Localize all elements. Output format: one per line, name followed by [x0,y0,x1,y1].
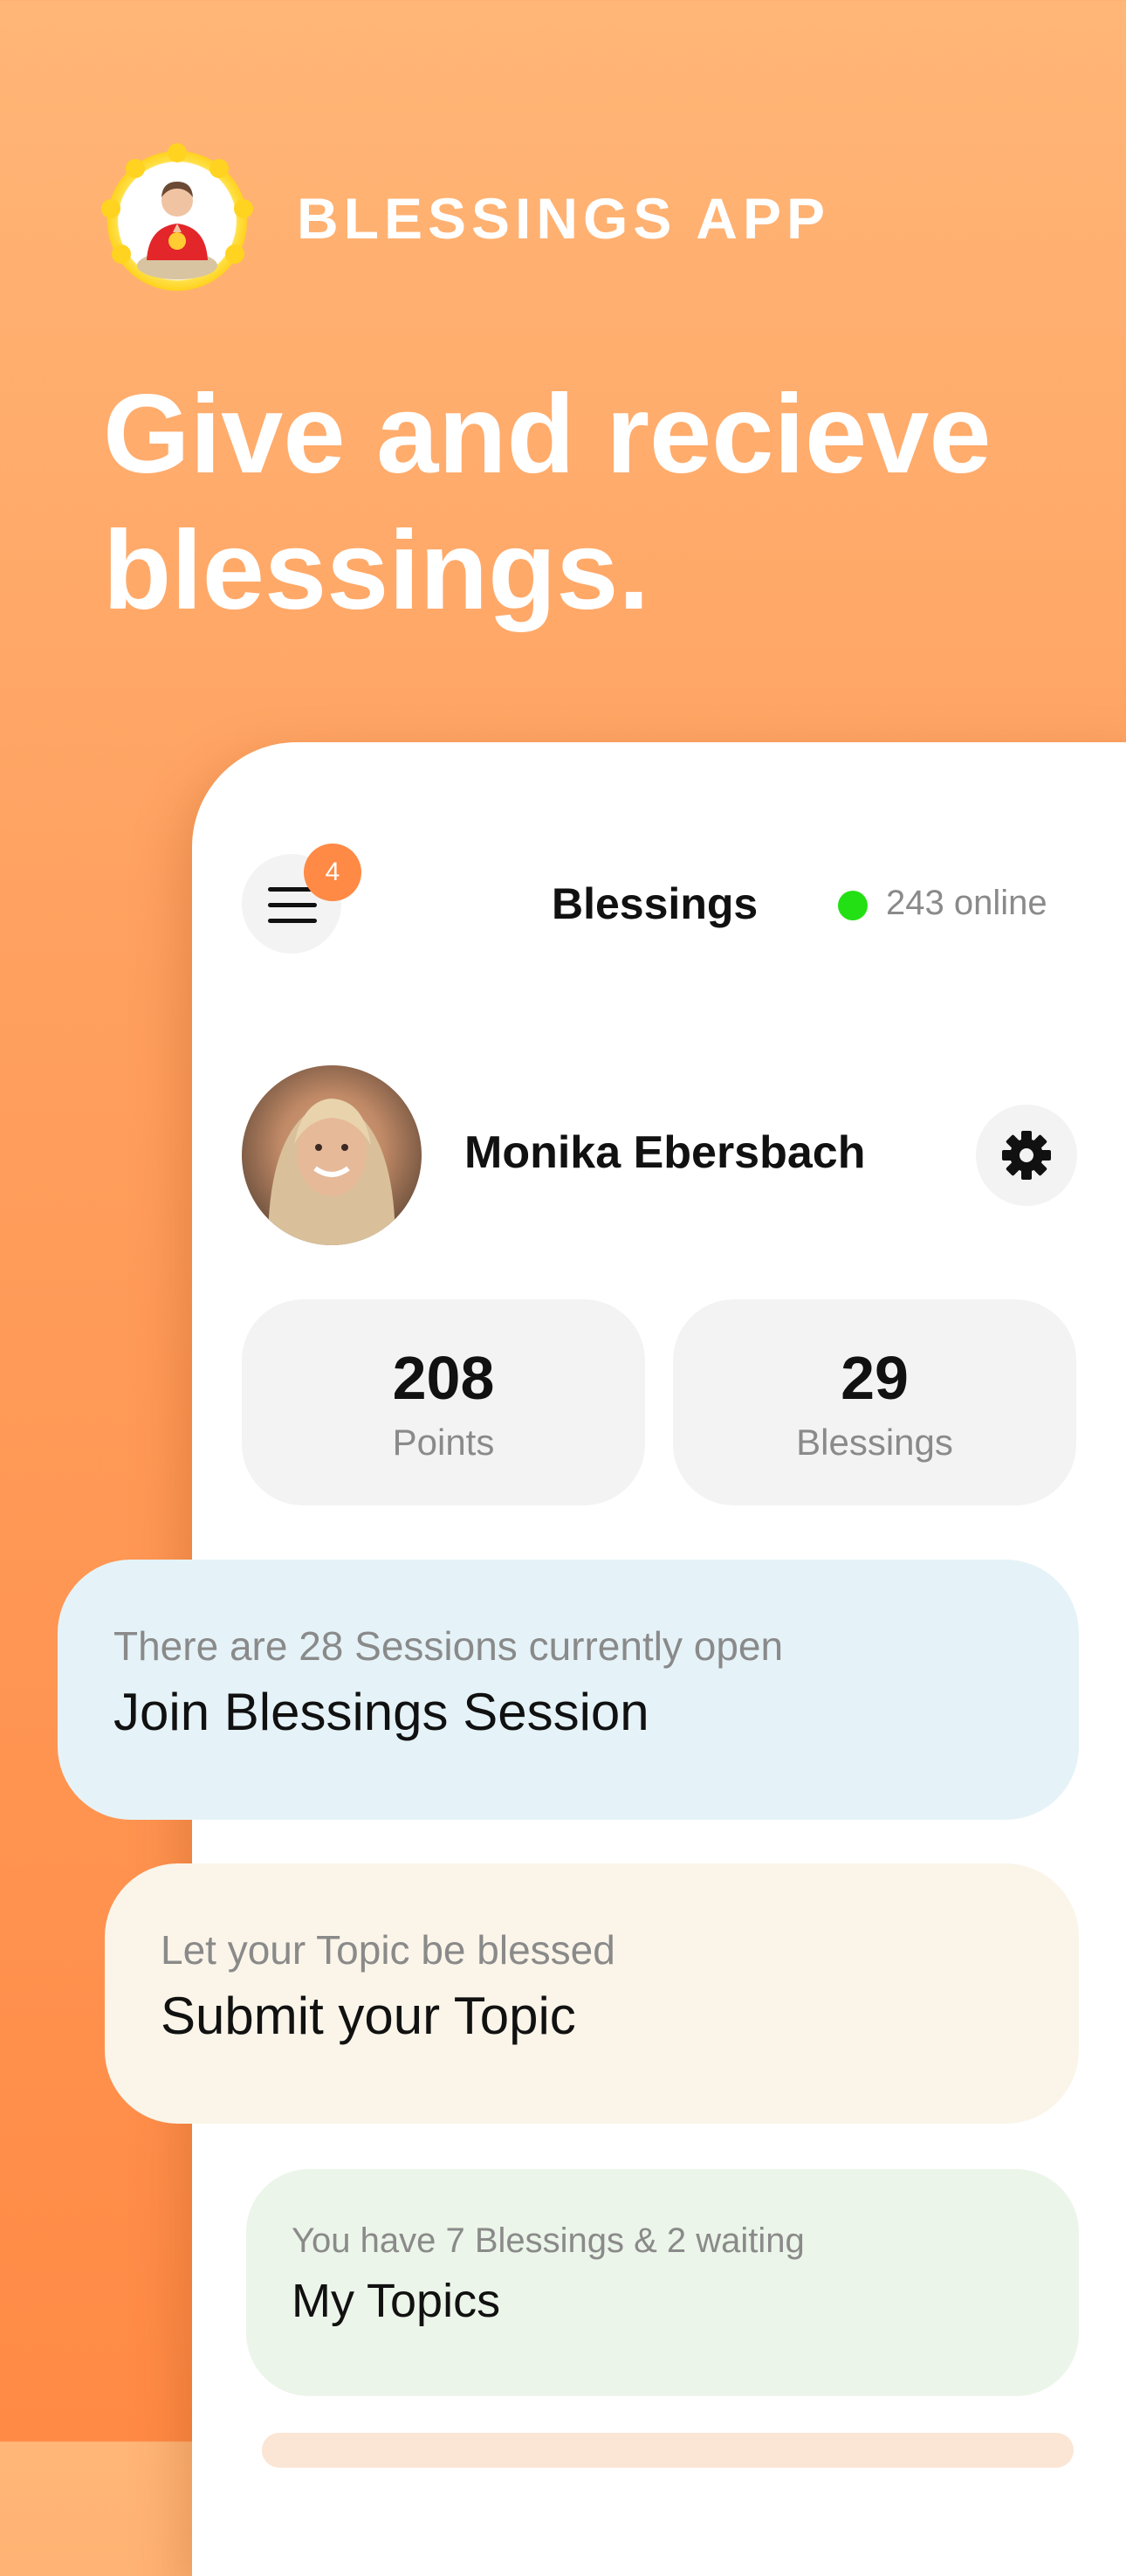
submit-topic-title: Submit your Topic [161,1987,576,2045]
online-count: 243 online [886,884,1047,922]
submit-topic-subtitle: Let your Topic be blessed [161,1927,615,1973]
notification-badge: 4 [304,844,361,901]
next-card-peek[interactable] [262,2433,1074,2468]
points-label: Points [392,1422,495,1463]
my-topics-card[interactable]: You have 7 Blessings & 2 waiting My Topi… [246,2169,1079,2396]
screen-title: Blessings [552,879,759,928]
hero-headline: Give and recieve blessings. [103,372,992,633]
user-name: Monika Ebersbach [464,1127,866,1178]
my-topics-subtitle: You have 7 Blessings & 2 waiting [292,2221,805,2260]
avatar[interactable] [242,1065,422,1245]
meditating-person-icon [137,182,217,279]
join-session-title: Join Blessings Session [113,1683,649,1741]
join-session-subtitle: There are 28 Sessions currently open [113,1623,784,1669]
brand-name: BLESSINGS APP [297,186,830,251]
my-topics-title: My Topics [292,2275,501,2327]
submit-topic-card[interactable]: Let your Topic be blessed Submit your To… [105,1863,1079,2124]
points-stat[interactable]: 208 Points [242,1299,645,1505]
blessings-stat[interactable]: 29 Blessings [673,1299,1076,1505]
online-status-icon [838,891,868,920]
blessings-label: Blessings [796,1422,953,1463]
settings-button[interactable] [976,1105,1077,1206]
gear-icon [1002,1131,1051,1180]
points-value: 208 [392,1344,495,1412]
blessings-value: 29 [841,1344,909,1412]
app-logo-icon [101,143,253,295]
join-session-card[interactable]: There are 28 Sessions currently open Joi… [58,1560,1079,1820]
